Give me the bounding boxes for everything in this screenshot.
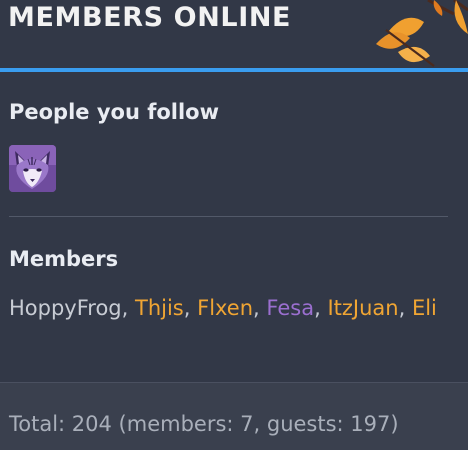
member-link[interactable]: Flxen (197, 296, 253, 320)
member-link[interactable]: HoppyFrog (9, 296, 122, 320)
online-total-text: Total: 204 (members: 7, guests: 197) (9, 412, 399, 436)
members-online-widget: MEMBERS ONLINE People you follow Members… (0, 0, 468, 450)
member-link[interactable]: Eli (412, 296, 437, 320)
member-separator: , (314, 296, 328, 320)
widget-title: MEMBERS ONLINE (8, 2, 292, 33)
fox-avatar-icon (9, 145, 56, 192)
member-separator: , (253, 296, 267, 320)
member-separator: , (121, 296, 135, 320)
widget-header: MEMBERS ONLINE (0, 0, 468, 72)
section-divider (9, 216, 448, 217)
following-section-title: People you follow (9, 100, 220, 124)
member-separator: , (398, 296, 412, 320)
members-section-title: Members (9, 247, 119, 271)
header-accent-rule (0, 68, 468, 72)
member-link[interactable]: Fesa (266, 296, 314, 320)
widget-footer: Total: 204 (members: 7, guests: 197) (0, 382, 468, 450)
followed-user-avatar[interactable] (9, 145, 56, 192)
member-link[interactable]: Thjis (135, 296, 184, 320)
member-separator: , (183, 296, 198, 320)
member-list: HoppyFrog, Thjis, Flxen, Fesa, ItzJuan, … (9, 291, 457, 325)
member-link[interactable]: ItzJuan (327, 296, 398, 320)
autumn-leaves-icon (376, 0, 468, 67)
